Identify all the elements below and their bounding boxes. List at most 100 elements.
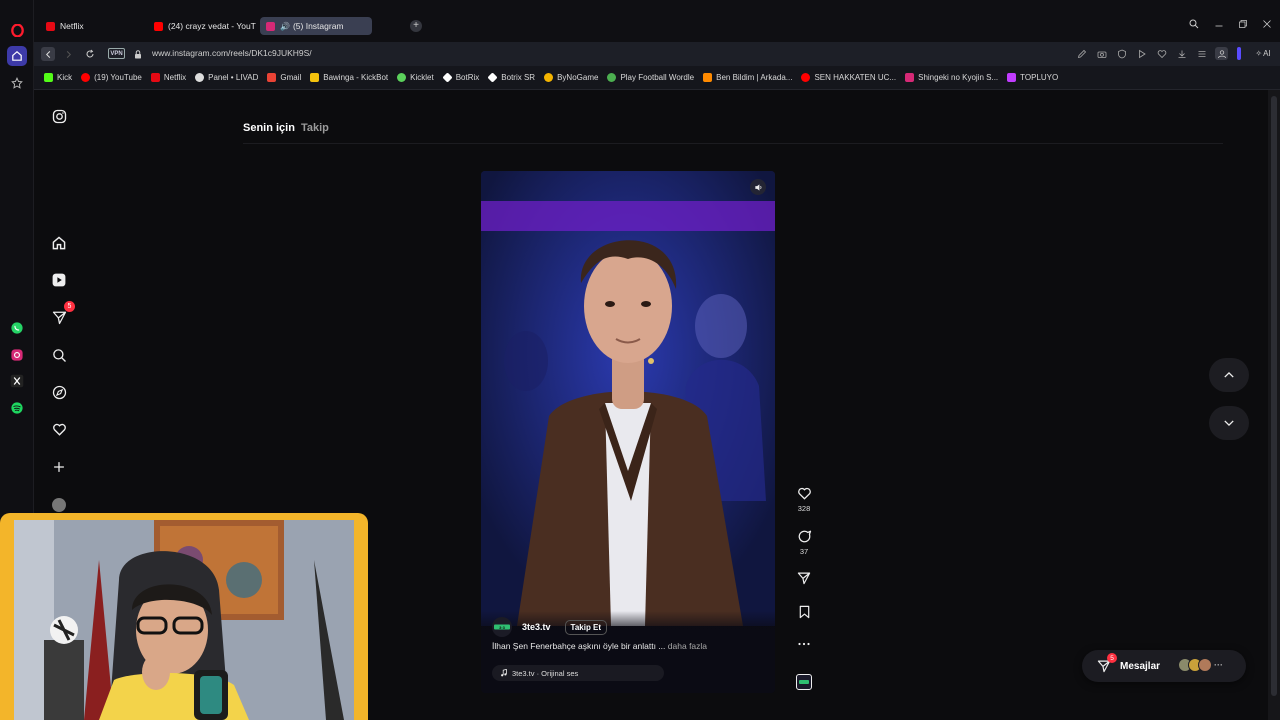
more-dots-icon[interactable]: [798, 642, 810, 646]
close-window-icon[interactable]: [1259, 16, 1275, 32]
bookmark-shingeki[interactable]: Shingeki no Kyojin S...: [905, 73, 998, 82]
next-reel-button[interactable]: [1209, 406, 1249, 440]
audio-thumbnail[interactable]: [794, 674, 814, 690]
instagram-logo-icon[interactable]: [48, 105, 70, 127]
bookmark-label: Play Football Wordle: [620, 73, 695, 82]
bookmark-ben-bildim[interactable]: Ben Bildim | Arkada...: [703, 73, 792, 82]
mute-toggle-button[interactable]: [750, 179, 766, 195]
edit-icon[interactable]: [1075, 47, 1088, 60]
bookmark-kicklet[interactable]: Kicklet: [397, 73, 434, 82]
previous-reel-button[interactable]: [1209, 358, 1249, 392]
bookmark-bynogame[interactable]: ByNoGame: [544, 73, 598, 82]
url-field[interactable]: www.instagram.com/reels/DK1c9JUKH9S/: [152, 48, 312, 58]
bookmark-panel-livad[interactable]: Panel • LIVAD: [195, 73, 258, 82]
new-tab-button[interactable]: +: [410, 20, 422, 32]
caption-more-link[interactable]: daha fazla: [668, 641, 707, 651]
home-icon[interactable]: [7, 46, 27, 66]
scrollbar-thumb[interactable]: [1271, 96, 1277, 696]
speaker-icon: [754, 183, 761, 191]
bookmark-youtube[interactable]: (19) YouTube: [81, 73, 142, 82]
bawinga-icon: [310, 73, 320, 82]
bookmark-bawinga[interactable]: Bawinga - KickBot: [310, 73, 388, 82]
bookmark-save-icon[interactable]: [798, 605, 811, 619]
like-action[interactable]: 328: [794, 486, 814, 513]
nav-reels-icon[interactable]: [48, 269, 70, 291]
camera-icon[interactable]: [1095, 47, 1108, 60]
forward-button[interactable]: [61, 47, 75, 61]
vpn-badge[interactable]: VPN: [108, 48, 125, 59]
share-action[interactable]: [794, 571, 814, 585]
follow-button[interactable]: Takip Et: [564, 619, 608, 635]
messages-label: Mesajlar: [1120, 660, 1161, 672]
page-scrollbar[interactable]: [1268, 90, 1280, 720]
bookmark-botrix-sr[interactable]: Botrix SR: [487, 72, 536, 83]
reel-video[interactable]: [481, 171, 775, 626]
audio-cover-icon: [796, 674, 812, 690]
bookmark-gmail[interactable]: Gmail: [267, 73, 301, 82]
more-options-action[interactable]: [794, 642, 814, 646]
nav-search-icon[interactable]: [48, 344, 70, 366]
star-icon[interactable]: [7, 73, 27, 93]
heart-icon[interactable]: [1155, 47, 1168, 60]
search-tabs-icon[interactable]: [1186, 16, 1202, 32]
bookmark-football-wordle[interactable]: Play Football Wordle: [607, 73, 694, 82]
like-heart-icon[interactable]: [797, 486, 812, 501]
nav-create-plus-icon[interactable]: [48, 456, 70, 478]
spotify-icon[interactable]: [7, 398, 27, 418]
netflix-icon: [46, 21, 55, 31]
restore-icon[interactable]: [1235, 16, 1251, 32]
reel-audio-pill[interactable]: 3te3.tv · Orijinal ses: [492, 665, 664, 681]
bookmark-netflix[interactable]: Netflix: [150, 73, 186, 82]
opera-logo-icon[interactable]: [7, 20, 27, 40]
tab-instagram[interactable]: 🔊 (5) Instagram: [260, 17, 372, 35]
message-avatars: ···: [1178, 658, 1223, 672]
menu-icon[interactable]: [1195, 47, 1208, 60]
bookmark-label: Kick: [57, 73, 73, 82]
youtube-icon: [154, 21, 163, 31]
reload-button[interactable]: [83, 47, 97, 61]
nav-direct-icon[interactable]: 5: [48, 301, 75, 328]
x-twitter-icon[interactable]: [7, 371, 27, 391]
bookmark-label: Botrix SR: [501, 73, 536, 82]
profile-icon[interactable]: [1215, 47, 1228, 60]
feed-divider: [243, 143, 1223, 144]
tab-label: (24) crayz vedat - YouTube: [168, 21, 256, 31]
comment-icon[interactable]: [797, 529, 812, 544]
play-icon[interactable]: [1135, 47, 1148, 60]
nav-activity-heart-icon[interactable]: [48, 418, 70, 440]
tab-label: Netflix: [60, 21, 84, 31]
share-send-icon[interactable]: [797, 571, 811, 585]
bookmark-label: ByNoGame: [557, 73, 599, 82]
address-bar: VPN www.instagram.com/reels/DK1c9JUKH9S/…: [34, 42, 1280, 66]
reel-username[interactable]: 3te3.tv: [522, 622, 551, 632]
ai-sparkle-icon: ✧: [1255, 49, 1263, 58]
tab-senin-icin[interactable]: Senin için: [243, 122, 295, 134]
ai-button[interactable]: ✧ AI: [1252, 47, 1274, 60]
download-icon[interactable]: [1175, 47, 1188, 60]
shield-icon[interactable]: [1115, 47, 1128, 60]
back-button[interactable]: [41, 47, 55, 61]
comment-action[interactable]: 37: [794, 529, 814, 556]
tab-youtube[interactable]: (24) crayz vedat - YouTube: [148, 17, 256, 35]
avatar: [52, 498, 66, 512]
bookmark-kick[interactable]: Kick: [44, 73, 72, 82]
bookmark-label: Shingeki no Kyojin S...: [918, 73, 999, 82]
lock-icon[interactable]: [131, 47, 145, 61]
bookmark-topluyo[interactable]: TOPLUYO: [1007, 73, 1058, 82]
reel-player[interactable]: 3·3 3te3.tv Takip Et İlhan Şen Fenerbahç…: [481, 171, 775, 693]
minimize-icon[interactable]: [1211, 16, 1227, 32]
instagram-sidebar-icon[interactable]: [7, 345, 27, 365]
whatsapp-icon[interactable]: [7, 318, 27, 338]
tab-netflix[interactable]: Netflix: [40, 17, 146, 35]
save-action[interactable]: [794, 605, 814, 619]
messages-button[interactable]: 5 Mesajlar ···: [1082, 650, 1246, 682]
tab-takip[interactable]: Takip: [301, 122, 329, 134]
bookmark-sen-hakkaten[interactable]: SEN HAKKATEN UC...: [801, 73, 896, 82]
nav-explore-icon[interactable]: [48, 381, 70, 403]
3te3-logo-icon: 3·3: [494, 624, 510, 630]
bookmark-botrix[interactable]: BotRix: [442, 72, 479, 83]
reel-author-avatar[interactable]: 3·3: [492, 617, 512, 637]
bookmark-label: Panel • LIVAD: [208, 73, 259, 82]
tab-audio-icon[interactable]: 🔊: [280, 22, 290, 31]
nav-home-icon[interactable]: [48, 232, 70, 254]
